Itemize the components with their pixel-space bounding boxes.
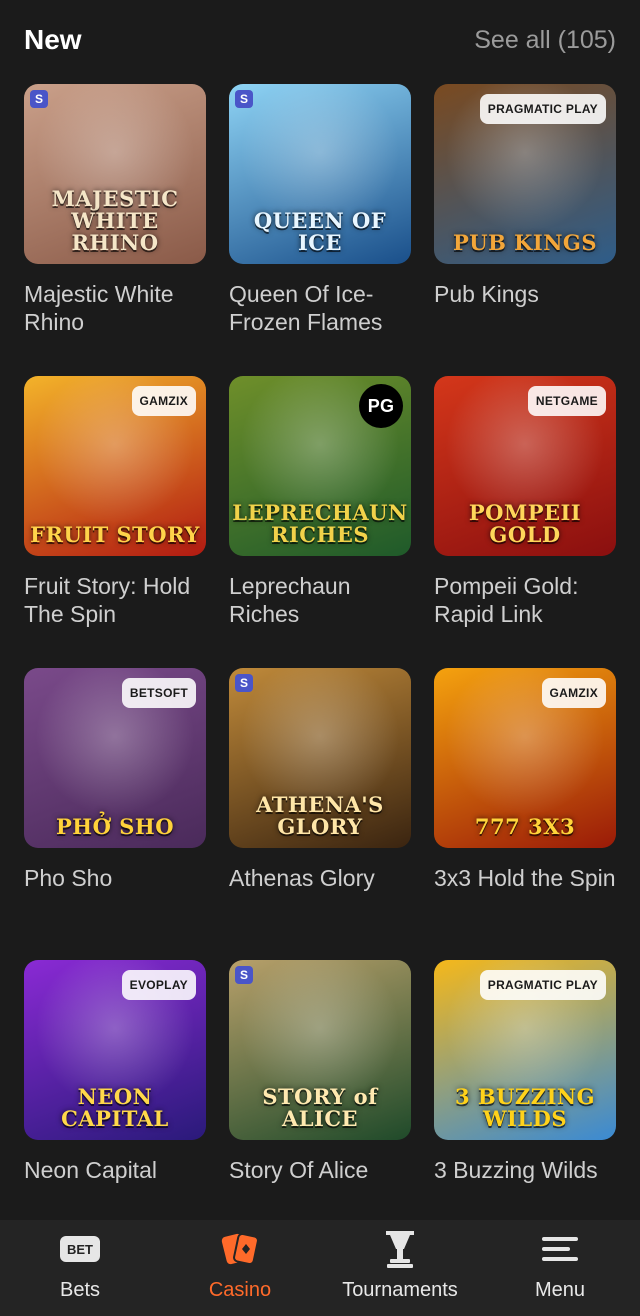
game-grid: S MAJESTIC WHITE RHINO Majestic White Rhin… <box>24 84 616 1252</box>
game-logo: FRUIT STORY <box>30 522 200 547</box>
game-thumbnail[interactable]: PRAGMATIC PLAY PUB KINGS <box>434 84 616 264</box>
provider-badge: GAMZIX <box>131 386 196 416</box>
game-logo: 3 BUZZING WILDS <box>454 1084 596 1131</box>
section-header: New See all (105) <box>24 20 616 60</box>
game-tile[interactable]: S MAJESTIC WHITE RHINO Majestic White Rhin… <box>24 84 206 376</box>
provider-badge: GAMZIX <box>541 678 606 708</box>
game-title: Story Of Alice <box>229 1157 369 1183</box>
game-tile[interactable]: S ATHENA'S GLORY Athenas Glory <box>229 668 411 960</box>
game-title: Pho Sho <box>24 865 113 891</box>
game-tile[interactable]: GAMZIX 777 3X3 3x3 Hold the Spin <box>434 668 616 960</box>
game-tile[interactable]: BETSOFT PHỞ SHO Pho Sho <box>24 668 206 960</box>
game-tile[interactable]: S QUEEN OF ICE Queen Of Ice-Frozen Flames <box>229 84 411 376</box>
provider-badge: EVOPLAY <box>121 970 196 1000</box>
bet-ticket-icon: BET <box>56 1227 104 1271</box>
game-thumbnail[interactable]: NETGAME POMPEII GOLD <box>434 376 616 556</box>
spinomenal-icon: S <box>30 90 48 108</box>
game-thumbnail[interactable]: S ATHENA'S GLORY <box>229 668 411 848</box>
game-title: Neon Capital <box>24 1157 157 1183</box>
game-tile[interactable]: PRAGMATIC PLAY 3 BUZZING WILDS 3 Buzzing W… <box>434 960 616 1252</box>
game-tile[interactable]: S STORY of ALICE Story Of Alice <box>229 960 411 1252</box>
game-logo: MAJESTIC WHITE RHINO <box>51 186 179 255</box>
trophy-icon <box>376 1227 424 1271</box>
section-title: New <box>24 24 82 55</box>
casino-page: New See all (105) S MAJESTIC WHITE RHINO M… <box>0 0 640 1316</box>
game-thumbnail[interactable]: PG LEPRECHAUN RICHES <box>229 376 411 556</box>
game-title: Fruit Story: Hold The Spin <box>24 573 191 627</box>
game-title: Pub Kings <box>434 281 539 307</box>
nav-label-casino: Casino <box>208 1279 272 1301</box>
game-thumbnail[interactable]: PRAGMATIC PLAY 3 BUZZING WILDS <box>434 960 616 1140</box>
provider-badge: NETGAME <box>527 386 606 416</box>
game-thumbnail[interactable]: S STORY of ALICE <box>229 960 411 1140</box>
svg-text:BET: BET <box>67 1242 93 1257</box>
game-logo: LEPRECHAUN RICHES <box>232 500 408 547</box>
provider-badge: PRAGMATIC PLAY <box>479 94 606 124</box>
provider-badge: PRAGMATIC PLAY <box>479 970 606 1000</box>
game-tile[interactable]: PRAGMATIC PLAY PUB KINGS Pub Kings <box>434 84 616 376</box>
game-logo: ATHENA'S GLORY <box>256 792 384 839</box>
game-title: Athenas Glory <box>229 865 375 891</box>
game-title: Queen Of Ice-Frozen Flames <box>229 281 383 335</box>
game-tile[interactable]: NETGAME POMPEII GOLD Pompeii Gold: Rapid L… <box>434 376 616 668</box>
spinomenal-icon: S <box>235 674 253 692</box>
nav-item-casino[interactable]: Casino <box>160 1220 320 1316</box>
nav-item-tournaments[interactable]: Tournaments <box>320 1220 480 1316</box>
game-logo: PHỞ SHO <box>55 814 175 839</box>
game-logo: STORY of ALICE <box>262 1084 378 1131</box>
game-title: 3x3 Hold the Spin <box>434 865 616 891</box>
game-logo: PUB KINGS <box>452 230 598 255</box>
game-logo: POMPEII GOLD <box>468 500 582 547</box>
game-title: Leprechaun Riches <box>229 573 351 627</box>
game-thumbnail[interactable]: GAMZIX 777 3X3 <box>434 668 616 848</box>
provider-badge: BETSOFT <box>121 678 196 708</box>
game-tile[interactable]: PG LEPRECHAUN RICHES Leprechaun Riches <box>229 376 411 668</box>
game-title: Pompeii Gold: Rapid Link <box>434 573 579 627</box>
nav-item-bets[interactable]: BET Bets <box>0 1220 160 1316</box>
game-title: 3 Buzzing Wilds <box>434 1157 598 1183</box>
playing-cards-icon <box>216 1227 264 1271</box>
game-logo: 777 3X3 <box>474 814 576 839</box>
game-logo: QUEEN OF ICE <box>253 208 387 255</box>
game-logo: NEON CAPITAL <box>61 1084 169 1131</box>
game-title: Majestic White Rhino <box>24 281 174 335</box>
game-thumbnail[interactable]: BETSOFT PHỞ SHO <box>24 668 206 848</box>
nav-item-menu[interactable]: Menu <box>480 1220 640 1316</box>
spinomenal-icon: S <box>235 90 253 108</box>
game-tile[interactable]: EVOPLAY NEON CAPITAL Neon Capital <box>24 960 206 1252</box>
see-all-link[interactable]: See all (105) <box>474 26 616 55</box>
nav-label-bets: Bets <box>59 1279 101 1301</box>
provider-badge: PG <box>359 384 403 428</box>
game-thumbnail[interactable]: S MAJESTIC WHITE RHINO <box>24 84 206 264</box>
nav-label-menu: Menu <box>534 1279 586 1301</box>
hamburger-menu-icon <box>536 1227 584 1271</box>
spinomenal-icon: S <box>235 966 253 984</box>
bottom-nav: BET Bets Casino Tournaments Menu <box>0 1220 640 1316</box>
game-thumbnail[interactable]: EVOPLAY NEON CAPITAL <box>24 960 206 1140</box>
nav-label-tournaments: Tournaments <box>342 1279 458 1301</box>
game-thumbnail[interactable]: S QUEEN OF ICE <box>229 84 411 264</box>
game-thumbnail[interactable]: GAMZIX FRUIT STORY <box>24 376 206 556</box>
game-tile[interactable]: GAMZIX FRUIT STORY Fruit Story: Hold The S… <box>24 376 206 668</box>
